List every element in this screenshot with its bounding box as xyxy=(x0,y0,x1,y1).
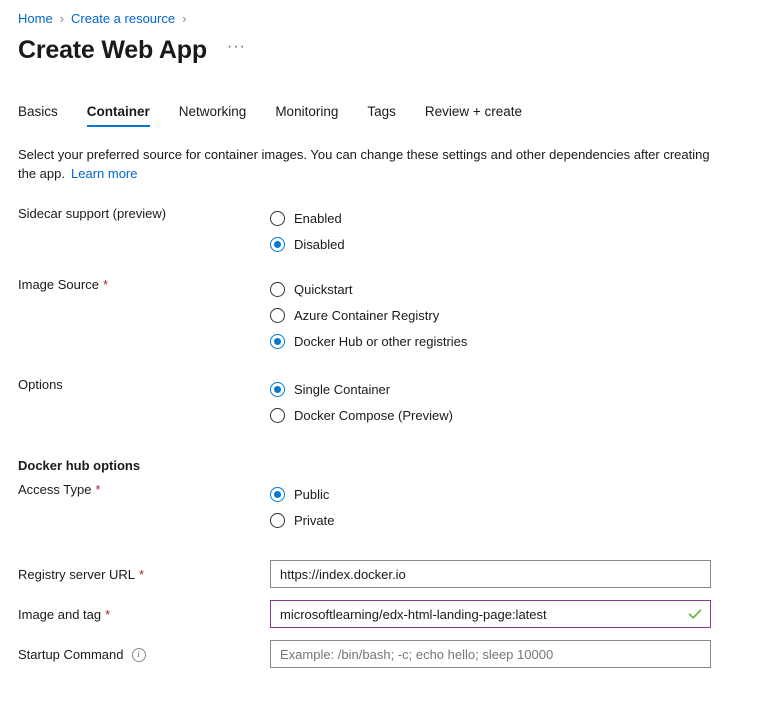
radio-option-quickstart[interactable]: Quickstart xyxy=(270,276,758,302)
radio-label: Docker Compose (Preview) xyxy=(294,407,453,423)
radio-icon xyxy=(270,407,285,423)
radio-icon-selected xyxy=(270,236,285,252)
field-image-source: Image Source * Quickstart Azure Containe… xyxy=(18,276,758,354)
input-wrapper xyxy=(270,600,711,628)
field-access-type: Access Type * Public Private xyxy=(18,481,758,533)
field-startup-command: Startup Command i xyxy=(18,640,758,668)
access-type-label: Access Type xyxy=(18,482,92,497)
field-label: Image Source * xyxy=(18,276,270,292)
radio-icon xyxy=(270,281,285,297)
options-radio-group: Single Container Docker Compose (Preview… xyxy=(270,376,758,428)
tab-bar: Basics Container Networking Monitoring T… xyxy=(0,97,776,127)
radio-label: Quickstart xyxy=(294,281,353,297)
startup-command-label: Startup Command xyxy=(18,647,124,662)
chevron-right-icon: › xyxy=(182,10,187,26)
field-label: Image and tag * xyxy=(18,606,270,622)
sidecar-support-label: Sidecar support (preview) xyxy=(18,206,167,221)
field-sidecar-support: Sidecar support (preview) Enabled Disabl… xyxy=(18,205,758,257)
radio-icon xyxy=(270,512,285,528)
field-label: Access Type * xyxy=(18,481,270,497)
required-asterisk: * xyxy=(139,567,145,582)
page-description: Select your preferred source for contain… xyxy=(0,127,736,183)
tab-monitoring[interactable]: Monitoring xyxy=(275,104,338,127)
chevron-right-icon: › xyxy=(59,10,65,26)
field-label: Sidecar support (preview) xyxy=(18,205,270,221)
radio-label: Private xyxy=(294,512,335,528)
radio-icon-selected xyxy=(270,486,285,502)
input-wrapper xyxy=(270,560,711,588)
radio-icon-selected xyxy=(270,381,285,397)
more-options-icon[interactable]: ··· xyxy=(223,35,250,65)
breadcrumb: Home › Create a resource › xyxy=(0,0,776,27)
tab-tags[interactable]: Tags xyxy=(367,104,396,127)
field-options: Options Single Container Docker Compose … xyxy=(18,376,758,428)
registry-server-url-control xyxy=(270,560,758,588)
access-type-radio-group: Public Private xyxy=(270,481,758,533)
field-label: Startup Command i xyxy=(18,646,270,662)
sidecar-support-radio-group: Enabled Disabled xyxy=(270,205,758,257)
image-and-tag-input[interactable] xyxy=(270,600,711,628)
radio-option-public[interactable]: Public xyxy=(270,481,758,507)
info-icon[interactable]: i xyxy=(131,647,146,662)
radio-label: Enabled xyxy=(294,210,342,226)
radio-label: Disabled xyxy=(294,236,345,252)
tab-basics[interactable]: Basics xyxy=(18,104,58,127)
title-row: Create Web App ··· xyxy=(0,27,776,65)
breadcrumb-item-create-a-resource[interactable]: Create a resource xyxy=(71,11,175,26)
startup-command-input[interactable] xyxy=(270,640,711,668)
image-and-tag-control xyxy=(270,600,758,628)
required-asterisk: * xyxy=(95,482,101,497)
docker-hub-options-header: Docker hub options xyxy=(18,458,141,473)
radio-label: Azure Container Registry xyxy=(294,307,440,323)
required-asterisk: * xyxy=(102,277,108,292)
tab-container[interactable]: Container xyxy=(86,104,150,127)
field-registry-server-url: Registry server URL * xyxy=(18,560,758,588)
field-image-and-tag: Image and tag * xyxy=(18,600,758,628)
field-label: Options xyxy=(18,376,270,392)
required-asterisk: * xyxy=(105,607,111,622)
input-wrapper xyxy=(270,640,711,668)
radio-label: Public xyxy=(294,486,330,502)
docker-hub-form: Access Type * Public Private Registry se… xyxy=(0,481,776,668)
radio-option-docker-hub-or-other-registries[interactable]: Docker Hub or other registries xyxy=(270,328,758,354)
registry-server-url-label: Registry server URL xyxy=(18,567,136,582)
radio-option-single-container[interactable]: Single Container xyxy=(270,376,758,402)
container-form: Sidecar support (preview) Enabled Disabl… xyxy=(0,205,776,428)
image-and-tag-label: Image and tag xyxy=(18,607,102,622)
breadcrumb-item-home[interactable]: Home xyxy=(18,11,53,26)
radio-option-azure-container-registry[interactable]: Azure Container Registry xyxy=(270,302,758,328)
radio-option-enabled[interactable]: Enabled xyxy=(270,205,758,231)
radio-option-disabled[interactable]: Disabled xyxy=(270,231,758,257)
radio-icon xyxy=(270,307,285,323)
radio-icon xyxy=(270,210,285,226)
registry-server-url-input[interactable] xyxy=(270,560,711,588)
radio-option-docker-compose-preview[interactable]: Docker Compose (Preview) xyxy=(270,402,758,428)
radio-label: Docker Hub or other registries xyxy=(294,333,468,349)
page-title: Create Web App xyxy=(18,36,207,64)
field-label: Registry server URL * xyxy=(18,566,270,582)
options-label: Options xyxy=(18,377,63,392)
tab-networking[interactable]: Networking xyxy=(179,104,247,127)
learn-more-link[interactable]: Learn more xyxy=(71,166,137,181)
startup-command-control xyxy=(270,640,758,668)
radio-icon-selected xyxy=(270,333,285,349)
tab-review-create[interactable]: Review + create xyxy=(425,104,522,127)
image-source-radio-group: Quickstart Azure Container Registry Dock… xyxy=(270,276,758,354)
radio-label: Single Container xyxy=(294,381,391,397)
image-source-label: Image Source xyxy=(18,277,99,292)
radio-option-private[interactable]: Private xyxy=(270,507,758,533)
